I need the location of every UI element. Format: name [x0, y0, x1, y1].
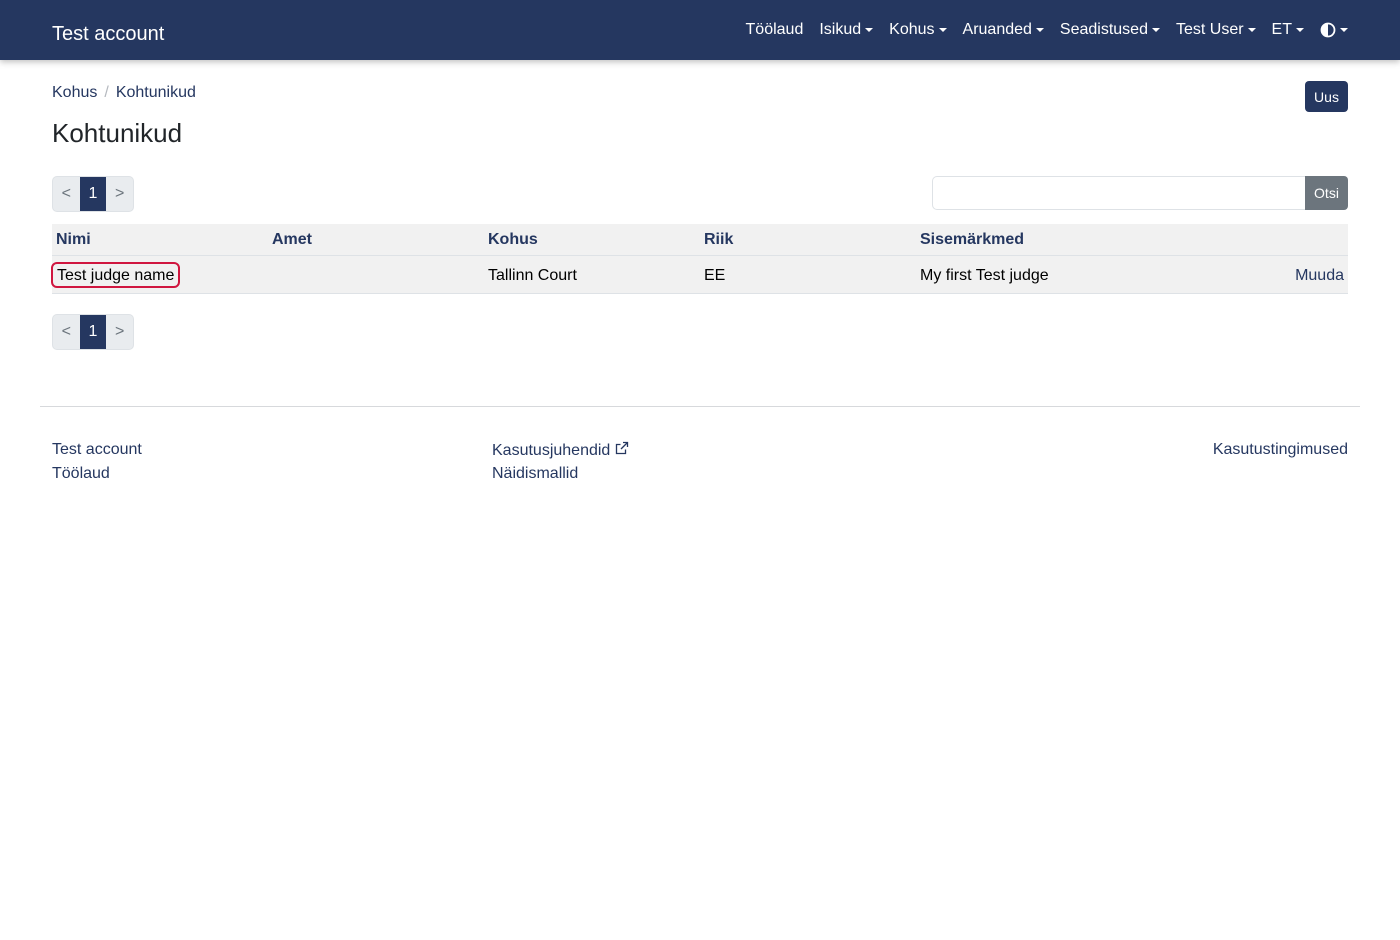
new-button[interactable]: Uus: [1305, 81, 1348, 112]
contrast-icon: [1320, 22, 1336, 38]
caret-down-icon: [1151, 28, 1160, 32]
pagination-page-1[interactable]: 1: [79, 177, 107, 211]
nav-item-label: Test User: [1175, 21, 1244, 38]
judges-table: Nimi Amet Kohus Riik Sisemärkmed Test ju…: [51, 224, 1348, 294]
breadcrumb: Kohus / Kohtunikud: [52, 83, 196, 103]
judge-name-cell[interactable]: Test judge name: [51, 262, 181, 288]
footer-link-templates[interactable]: Näidismallid: [492, 464, 578, 484]
footer-link-toolaud[interactable]: Töölaud: [52, 464, 110, 484]
judge-court-cell: Tallinn Court: [488, 267, 577, 284]
nav-item-seadistused[interactable]: Seadistused: [1060, 21, 1160, 39]
column-header-riik[interactable]: Riik: [704, 231, 733, 249]
nav-item-label: Aruanded: [962, 21, 1032, 38]
pagination-next[interactable]: >: [106, 315, 133, 349]
column-header-amet[interactable]: Amet: [272, 231, 312, 249]
breadcrumb-kohus[interactable]: Kohus: [52, 83, 97, 103]
column-header-sisemarkmed[interactable]: Sisemärkmed: [920, 231, 1024, 249]
pagination-next[interactable]: >: [106, 177, 133, 211]
caret-down-icon: [865, 28, 874, 32]
navbar-menu: Töölaud Isikud Kohus Aruanded Seadistuse…: [730, 0, 1348, 60]
footer-link-label: Kasutusjuhendid: [492, 442, 611, 459]
navbar-brand[interactable]: Test account: [52, 21, 164, 47]
edit-link[interactable]: Muuda: [1295, 267, 1344, 285]
breadcrumb-kohtunikud[interactable]: Kohtunikud: [116, 83, 196, 103]
external-link-icon: [616, 441, 629, 455]
footer-divider: [40, 406, 1360, 407]
pagination-top: < 1 >: [52, 176, 134, 212]
table-header: Nimi Amet Kohus Riik Sisemärkmed: [52, 224, 1348, 256]
caret-down-icon: [938, 28, 947, 32]
breadcrumb-separator: /: [104, 84, 109, 101]
caret-down-icon: [1035, 28, 1044, 32]
nav-item-label: Töölaud: [745, 21, 804, 38]
page-title: Kohtunikud: [52, 118, 183, 148]
pagination-prev[interactable]: <: [53, 315, 80, 349]
table-row[interactable]: Test judge name Tallinn Court EE My firs…: [51, 256, 1348, 294]
nav-item-toolaud[interactable]: Töölaud: [746, 21, 804, 39]
nav-item-label: Isikud: [819, 21, 862, 38]
nav-item-label: ET: [1271, 21, 1292, 38]
judge-notes-cell: My first Test judge: [920, 267, 1049, 284]
pagination-prev[interactable]: <: [53, 177, 80, 211]
search-input[interactable]: [932, 176, 1305, 210]
search-button[interactable]: Otsi: [1305, 176, 1348, 210]
column-header-nimi[interactable]: Nimi: [56, 231, 91, 249]
nav-item-label: Kohus: [889, 21, 935, 38]
caret-down-icon: [1296, 28, 1304, 32]
judge-country-cell: EE: [704, 267, 726, 284]
nav-item-isikud[interactable]: Isikud: [819, 21, 874, 39]
caret-down-icon: [1247, 28, 1256, 32]
column-header-kohus[interactable]: Kohus: [488, 231, 538, 249]
footer-link-terms[interactable]: Kasutustingimused: [1213, 440, 1348, 460]
nav-item-kohus[interactable]: Kohus: [889, 21, 947, 39]
nav-item-label: Seadistused: [1059, 21, 1148, 38]
pagination-page-1[interactable]: 1: [79, 315, 107, 349]
top-navbar: Test account Töölaud Isikud Kohus Aruand…: [0, 0, 1400, 60]
caret-down-icon: [1340, 28, 1348, 32]
nav-item-aruanded[interactable]: Aruanded: [963, 21, 1044, 39]
nav-item-theme[interactable]: [1320, 22, 1348, 38]
pagination-bottom: < 1 >: [52, 314, 134, 350]
footer-link-user-guides[interactable]: Kasutusjuhendid: [492, 440, 630, 461]
nav-item-language[interactable]: ET: [1272, 21, 1304, 39]
nav-item-user[interactable]: Test User: [1176, 21, 1256, 39]
footer-link-account[interactable]: Test account: [52, 440, 142, 460]
search-group: Otsi: [932, 176, 1348, 210]
